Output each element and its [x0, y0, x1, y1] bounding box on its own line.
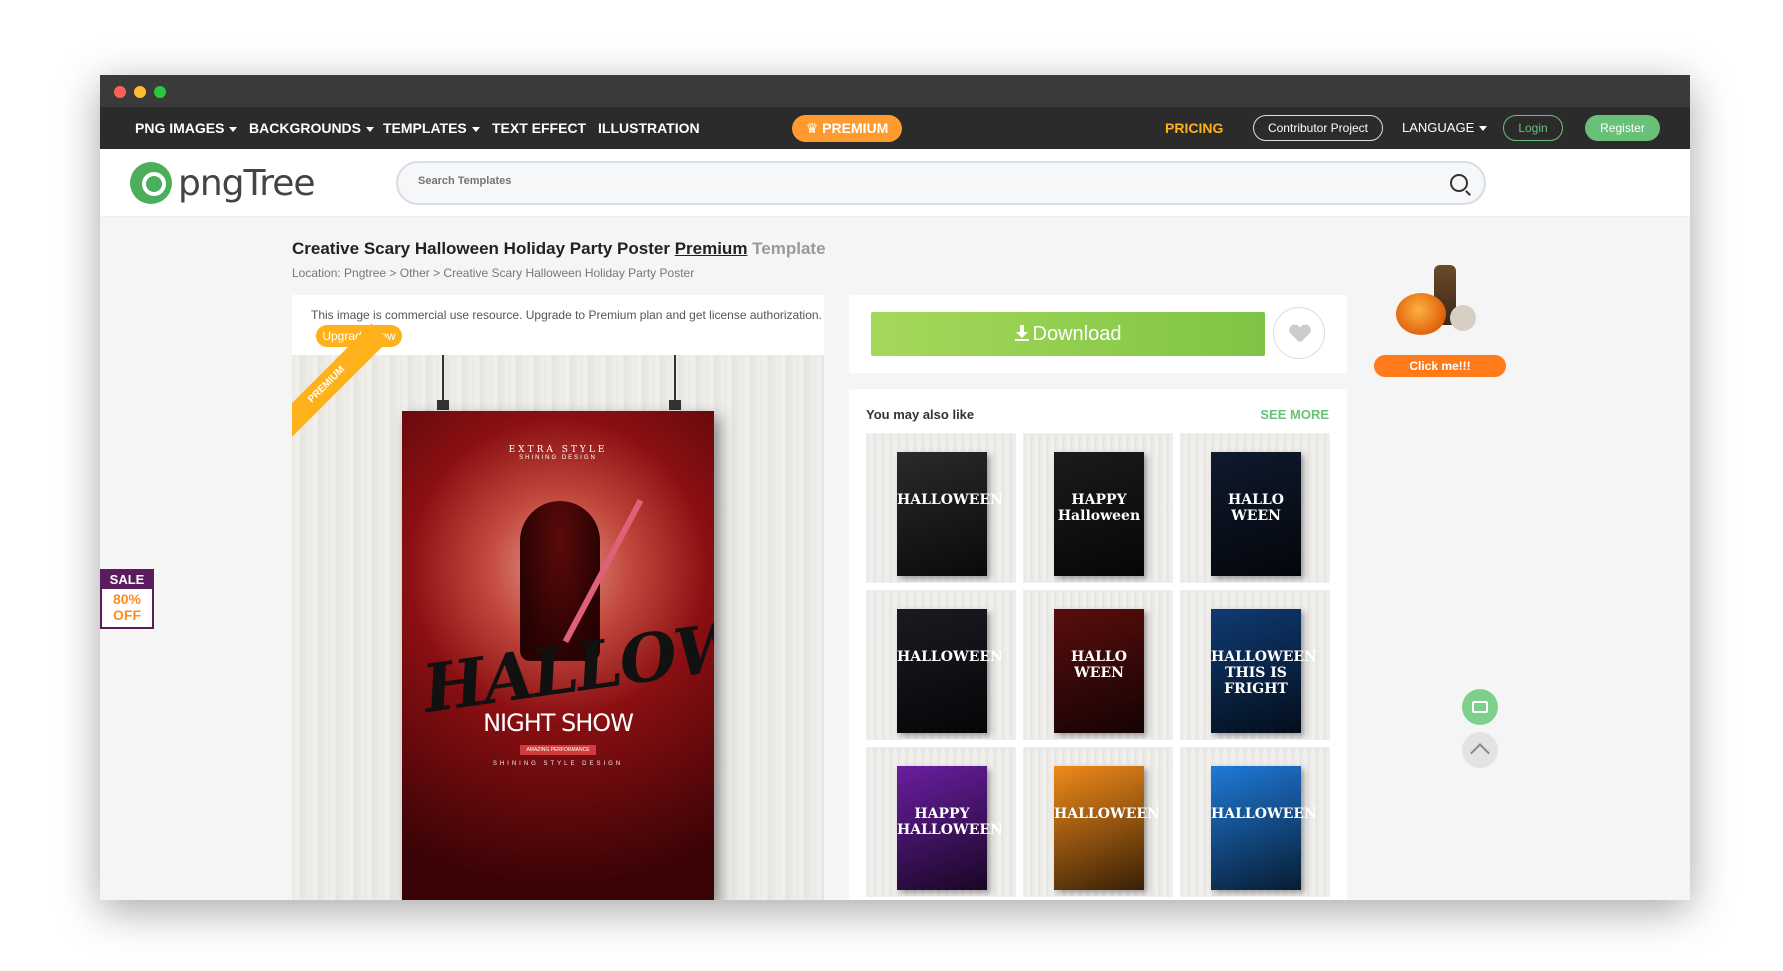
download-icon	[1014, 325, 1029, 341]
nav-templates[interactable]: TEMPLATES	[383, 120, 480, 136]
contributor-project-button[interactable]: Contributor Project	[1253, 115, 1383, 141]
thumb-caption: HALLOWEEN	[1211, 806, 1317, 822]
search-icon[interactable]	[1450, 174, 1468, 192]
sale-label: SALE	[102, 571, 152, 589]
recommended-template-thumb[interactable]: HALLO WEEN	[1023, 590, 1173, 740]
language-selector[interactable]: LANGUAGE	[1402, 120, 1488, 135]
thumb-poster-image: HAPPY Halloween	[1054, 452, 1144, 576]
poster-night-show-text: NIGHT SHOW	[483, 709, 634, 737]
minimize-window-button[interactable]	[134, 86, 146, 98]
recommended-template-thumb[interactable]: HALLOWEEN	[866, 590, 1016, 740]
thumb-poster-image: HALLOWEEN	[1211, 766, 1317, 890]
thumb-poster-image: HALLOWEEN THIS IS FRIGHT	[1211, 609, 1317, 733]
hanger-wire	[674, 355, 676, 403]
thumb-caption: HALLOWEEN	[897, 649, 1003, 665]
recommendations-card: You may also like SEE MORE HALLOWEEN HAPP…	[849, 389, 1347, 900]
thumb-caption: HAPPY HALLOWEEN	[897, 806, 1003, 838]
logo-text: pngTree	[178, 162, 316, 204]
thumb-poster-image: HALLO WEEN	[1211, 452, 1301, 576]
nav-pricing[interactable]: PRICING	[1165, 120, 1223, 136]
sale-off: OFF	[113, 607, 141, 623]
title-bar	[100, 75, 1690, 107]
heart-icon	[1290, 325, 1310, 343]
recommendations-title: You may also like	[866, 407, 975, 422]
sale-badge[interactable]: SALE 80% OFF	[100, 569, 154, 629]
poster-performance-text: AMAZING PERFORMANCE	[520, 745, 596, 755]
nav-text-effect[interactable]: TEXT EFFECT	[492, 120, 586, 136]
premium-link[interactable]: Premium	[675, 239, 748, 258]
hanger-wire	[442, 355, 444, 403]
recommended-template-thumb[interactable]: HAPPY Halloween	[1023, 433, 1173, 583]
thumb-poster-image: HAPPY HALLOWEEN	[897, 766, 1003, 890]
register-button[interactable]: Register	[1585, 115, 1660, 141]
login-button[interactable]: Login	[1503, 115, 1563, 141]
maximize-window-button[interactable]	[154, 86, 166, 98]
recommended-template-thumb[interactable]: HAPPY HALLOWEEN	[866, 747, 1016, 897]
thumb-caption: HAPPY Halloween	[1057, 492, 1141, 524]
thumb-poster-image: HALLO WEEN	[1054, 609, 1144, 733]
recommended-template-thumb[interactable]: HALLOWEEN THIS IS FRIGHT	[1180, 590, 1330, 740]
jack-o-lantern-icon	[1396, 293, 1446, 335]
clip-icon	[669, 400, 681, 410]
download-card: Download	[849, 295, 1347, 373]
thumb-caption: HALLO WEEN	[1071, 649, 1127, 681]
recommended-template-thumb[interactable]: HALLO WEEN	[1180, 433, 1330, 583]
search-header: pngTree	[100, 149, 1690, 217]
click-me-button[interactable]: Click me!!!	[1374, 355, 1506, 377]
feedback-button[interactable]	[1462, 689, 1498, 725]
license-notice: This image is commercial use resource. U…	[311, 308, 822, 322]
main-content: Creative Scary Halloween Holiday Party P…	[100, 217, 1690, 900]
recommended-template-thumb[interactable]: HALLOWEEN	[1180, 747, 1330, 897]
back-to-top-button[interactable]	[1462, 732, 1498, 768]
recommended-template-thumb[interactable]: HALLOWEEN	[866, 433, 1016, 583]
chevron-down-icon	[1479, 126, 1488, 132]
logo-mark-icon	[130, 162, 172, 204]
skull-icon	[1450, 305, 1476, 331]
browser-window: PNG IMAGES BACKGROUNDS TEMPLATES TEXT EF…	[100, 75, 1690, 900]
chevron-down-icon	[229, 126, 238, 132]
halloween-poster: EXTRA STYLE SHINING DESIGN HALLOWEEN NIG…	[402, 411, 714, 900]
close-window-button[interactable]	[114, 86, 126, 98]
pumpkin-promo-icon[interactable]	[1390, 265, 1490, 345]
thumb-poster-image: HALLOWEEN	[897, 452, 1003, 576]
premium-button[interactable]: ♛ PREMIUM	[792, 115, 902, 142]
recommended-template-thumb[interactable]: HALLOWEEN	[1023, 747, 1173, 897]
poster-sub-text: SHINING DESIGN	[519, 455, 597, 461]
clip-icon	[437, 400, 449, 410]
poster-design-text: SHINING STYLE DESIGN	[492, 761, 624, 767]
sale-percent: 80%	[112, 591, 142, 607]
chevron-down-icon	[471, 126, 480, 132]
download-button[interactable]: Download	[871, 312, 1265, 356]
thumb-poster-image: HALLOWEEN	[897, 609, 1003, 733]
thumb-caption: HALLOWEEN	[1054, 806, 1160, 822]
top-navigation: PNG IMAGES BACKGROUNDS TEMPLATES TEXT EF…	[100, 107, 1690, 149]
thumb-caption: HALLO WEEN	[1228, 492, 1284, 524]
poster-preview: PREMIUM EXTRA STYLE SHINING DESIGN HALLO…	[292, 323, 824, 900]
preview-panel: This image is commercial use resource. U…	[292, 295, 824, 900]
thumb-poster-image: HALLOWEEN	[1054, 766, 1160, 890]
thumb-caption: HALLOWEEN THIS IS FRIGHT	[1211, 649, 1317, 697]
chevron-down-icon	[366, 126, 374, 132]
search-bar	[396, 161, 1486, 205]
crown-icon: ♛	[805, 120, 823, 136]
see-more-link[interactable]: SEE MORE	[1260, 407, 1329, 422]
search-input[interactable]	[418, 175, 1318, 187]
poster-top-text: EXTRA STYLE	[508, 445, 608, 455]
nav-backgrounds[interactable]: BACKGROUNDS	[249, 120, 374, 136]
pngtree-logo[interactable]: pngTree	[130, 161, 316, 205]
favorite-button[interactable]	[1273, 307, 1325, 359]
thumb-caption: HALLOWEEN	[897, 492, 1003, 508]
mail-icon	[1472, 701, 1488, 713]
chevron-up-icon	[1470, 743, 1490, 763]
nav-illustration[interactable]: ILLUSTRATION	[598, 120, 700, 136]
breadcrumb: Location: Pngtree > Other > Creative Sca…	[292, 266, 695, 280]
nav-png-images[interactable]: PNG IMAGES	[135, 120, 238, 136]
page-title: Creative Scary Halloween Holiday Party P…	[292, 239, 826, 258]
